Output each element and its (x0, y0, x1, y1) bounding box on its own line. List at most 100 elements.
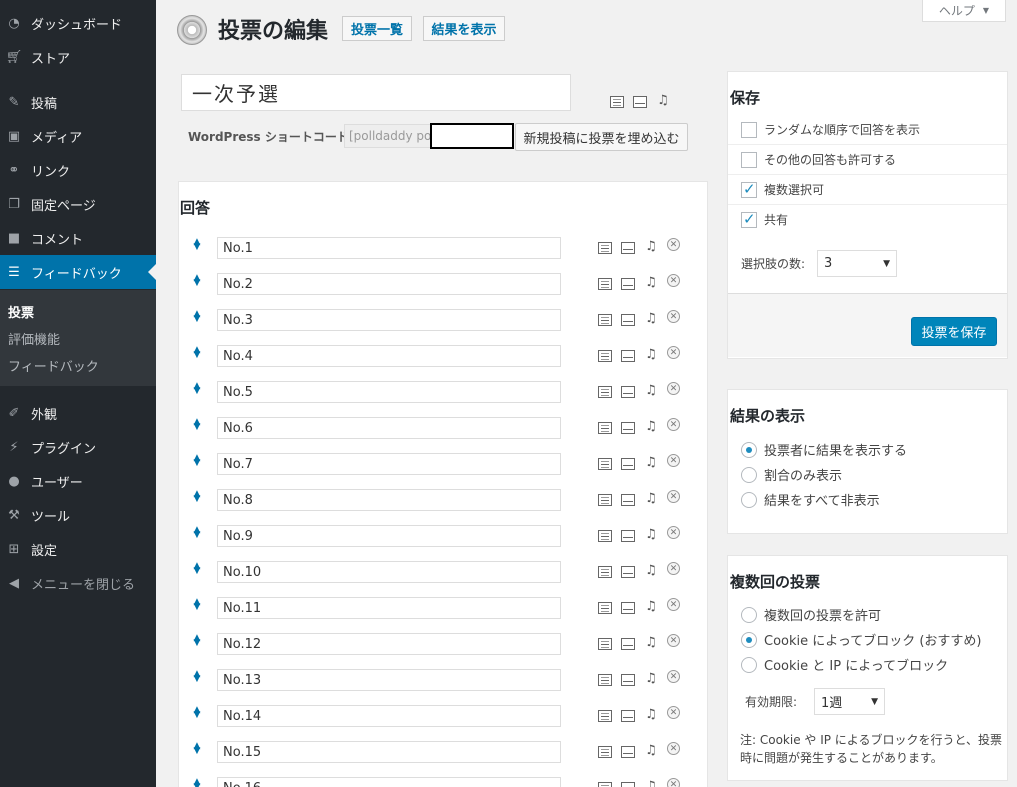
sidebar-item-settings[interactable]: ⊞ 設定 (0, 532, 156, 566)
delete-answer-icon[interactable]: ✕ (667, 562, 680, 575)
delete-answer-icon[interactable]: ✕ (667, 346, 680, 359)
video-icon[interactable] (621, 458, 635, 470)
sidebar-item-tools[interactable]: ⚒ ツール (0, 498, 156, 532)
text-icon[interactable] (598, 278, 612, 290)
results-option-show[interactable]: 投票者に結果を表示する (741, 440, 907, 459)
answer-input[interactable] (217, 525, 561, 547)
delete-answer-icon[interactable]: ✕ (667, 742, 680, 755)
poll-list-button[interactable]: 投票一覧 (342, 16, 412, 41)
video-icon[interactable] (621, 638, 635, 650)
delete-answer-icon[interactable]: ✕ (667, 454, 680, 467)
answer-input[interactable] (217, 561, 561, 583)
delete-answer-icon[interactable]: ✕ (667, 382, 680, 395)
answer-input[interactable] (217, 597, 561, 619)
share-option[interactable]: 共有 (741, 210, 788, 228)
text-icon[interactable] (598, 782, 612, 787)
radio-button[interactable] (741, 656, 757, 673)
text-icon[interactable] (598, 746, 612, 758)
audio-icon[interactable]: ♫ (644, 599, 658, 614)
drag-handle-icon[interactable]: ▲ ▼ (193, 382, 201, 396)
sidebar-item-users[interactable]: ● ユーザー (0, 464, 156, 498)
allow-other-option[interactable]: その他の回答も許可する (741, 151, 896, 168)
answer-input[interactable] (217, 633, 561, 655)
video-icon[interactable] (621, 674, 635, 686)
multiple-choice-option[interactable]: 複数選択可 (741, 180, 824, 198)
show-results-button[interactable]: 結果を表示 (423, 16, 505, 41)
multivote-option-cookie-ip[interactable]: Cookie と IP によってブロック (741, 655, 948, 674)
expiry-select[interactable]: 1週 ▼ (814, 688, 885, 715)
video-icon[interactable] (633, 96, 647, 108)
sidebar-item-store[interactable]: 🛒︎ ストア (0, 40, 156, 74)
video-icon[interactable] (621, 746, 635, 758)
delete-answer-icon[interactable]: ✕ (667, 274, 680, 287)
collapse-menu-button[interactable]: ◀ メニューを閉じる (0, 566, 156, 600)
audio-icon[interactable]: ♫ (644, 707, 658, 722)
sidebar-item-plugins[interactable]: ⚡ プラグイン (0, 430, 156, 464)
drag-handle-icon[interactable]: ▲ ▼ (193, 742, 201, 756)
sidebar-item-links[interactable]: ⚭ リンク (0, 153, 156, 187)
drag-handle-icon[interactable]: ▲ ▼ (193, 706, 201, 720)
drag-handle-icon[interactable]: ▲ ▼ (193, 490, 201, 504)
audio-icon[interactable]: ♫ (644, 239, 658, 254)
sidebar-item-dashboard[interactable]: ◔ ダッシュボード (0, 6, 156, 40)
audio-icon[interactable]: ♫ (644, 347, 658, 362)
answer-input[interactable] (217, 345, 561, 367)
video-icon[interactable] (621, 602, 635, 614)
drag-handle-icon[interactable]: ▲ ▼ (193, 238, 201, 252)
audio-icon[interactable]: ♫ (644, 779, 658, 787)
sidebar-item-comments[interactable]: ■ コメント (0, 221, 156, 255)
delete-answer-icon[interactable]: ✕ (667, 670, 680, 683)
choices-count-select[interactable]: 3 ▼ (817, 250, 897, 277)
answer-input[interactable] (217, 705, 561, 727)
video-icon[interactable] (621, 566, 635, 578)
delete-answer-icon[interactable]: ✕ (667, 310, 680, 323)
video-icon[interactable] (621, 494, 635, 506)
submenu-item-feedback[interactable]: フィードバック (8, 356, 99, 375)
drag-handle-icon[interactable]: ▲ ▼ (193, 562, 201, 576)
text-icon[interactable] (598, 458, 612, 470)
drag-handle-icon[interactable]: ▲ ▼ (193, 778, 201, 787)
audio-icon[interactable]: ♫ (644, 563, 658, 578)
drag-handle-icon[interactable]: ▲ ▼ (193, 634, 201, 648)
delete-answer-icon[interactable]: ✕ (667, 778, 680, 787)
text-icon[interactable] (598, 638, 612, 650)
text-icon[interactable] (610, 96, 624, 108)
audio-icon[interactable]: ♫ (644, 491, 658, 506)
audio-icon[interactable]: ♫ (644, 671, 658, 686)
video-icon[interactable] (621, 782, 635, 787)
answer-input[interactable] (217, 309, 561, 331)
poll-question-input[interactable] (181, 74, 571, 111)
delete-answer-icon[interactable]: ✕ (667, 598, 680, 611)
drag-handle-icon[interactable]: ▲ ▼ (193, 526, 201, 540)
audio-icon[interactable]: ♫ (644, 311, 658, 326)
video-icon[interactable] (621, 386, 635, 398)
drag-handle-icon[interactable]: ▲ ▼ (193, 454, 201, 468)
delete-answer-icon[interactable]: ✕ (667, 706, 680, 719)
text-icon[interactable] (598, 710, 612, 722)
answer-input[interactable] (217, 273, 561, 295)
text-icon[interactable] (598, 314, 612, 326)
video-icon[interactable] (621, 278, 635, 290)
answer-input[interactable] (217, 777, 561, 787)
share-checkbox[interactable] (741, 210, 757, 228)
sidebar-item-media[interactable]: ▣ メディア (0, 119, 156, 153)
audio-icon[interactable]: ♫ (644, 743, 658, 758)
delete-answer-icon[interactable]: ✕ (667, 634, 680, 647)
drag-handle-icon[interactable]: ▲ ▼ (193, 310, 201, 324)
text-icon[interactable] (598, 242, 612, 254)
answer-input[interactable] (217, 237, 561, 259)
embed-in-new-post-button[interactable]: 新規投稿に投票を埋め込む (515, 123, 688, 151)
audio-icon[interactable]: ♫ (644, 383, 658, 398)
sidebar-item-appearance[interactable]: ✐ 外観 (0, 396, 156, 430)
radio-button[interactable] (741, 466, 757, 483)
drag-handle-icon[interactable]: ▲ ▼ (193, 346, 201, 360)
text-icon[interactable] (598, 386, 612, 398)
drag-handle-icon[interactable]: ▲ ▼ (193, 670, 201, 684)
text-icon[interactable] (598, 422, 612, 434)
video-icon[interactable] (621, 422, 635, 434)
radio-button[interactable] (741, 631, 757, 648)
answer-input[interactable] (217, 381, 561, 403)
audio-icon[interactable]: ♫ (656, 93, 670, 108)
sidebar-item-pages[interactable]: ❐ 固定ページ (0, 187, 156, 221)
radio-button[interactable] (741, 441, 757, 458)
